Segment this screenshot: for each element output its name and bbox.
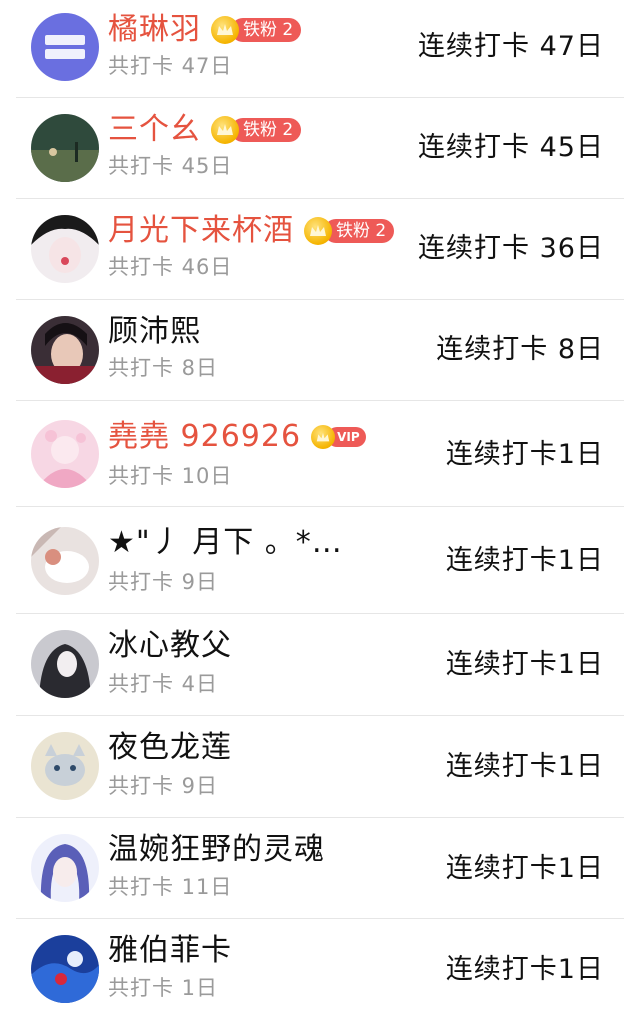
user-name[interactable]: 橘琳羽 [108,12,201,48]
list-item[interactable]: 月光下来杯酒 铁粉 2 共打卡 46日 连续打卡 36日 [0,199,640,300]
list-item[interactable]: 温婉狂野的灵魂 共打卡 11日 连续打卡1日 [0,818,640,919]
streak-days: 连续打卡1日 [445,954,604,985]
crown-icon [304,217,332,245]
list-item[interactable]: 堯堯 926926 VIP 共打卡 10日 连续打卡1日 [0,401,640,507]
total-checkins: 共打卡 47日 [108,54,233,78]
list-item[interactable]: 夜色龙莲 共打卡 9日 连续打卡1日 [0,716,640,818]
user-name[interactable]: 堯堯 926926 [108,419,301,455]
total-checkins: 共打卡 10日 [108,464,233,488]
list-item[interactable]: 顾沛熙 共打卡 8日 连续打卡 8日 [0,300,640,401]
list-item[interactable]: 冰心教父 共打卡 4日 连续打卡1日 [0,614,640,716]
total-checkins: 共打卡 8日 [108,356,219,380]
streak-days: 连续打卡1日 [445,545,604,576]
badge-label: 铁粉 2 [324,219,395,243]
streak-days: 连续打卡1日 [445,853,604,884]
pink-anime-avatar[interactable] [31,420,99,488]
user-name[interactable]: 月光下来杯酒 [108,213,294,249]
user-name[interactable]: 温婉狂野的灵魂 [108,832,325,868]
user-name[interactable]: 雅伯菲卡 [108,933,232,969]
badge-label: 铁粉 2 [231,18,302,42]
list-item[interactable]: 三个幺 铁粉 2 共打卡 45日 连续打卡 45日 [0,98,640,199]
list-item[interactable]: 橘琳羽 铁粉 2 共打卡 47日 连续打卡 47日 [0,0,640,98]
user-name[interactable]: ★"丿 月下 。*… [108,525,343,561]
streak-days: 连续打卡 36日 [418,233,604,264]
blue-anime-avatar[interactable] [31,935,99,1003]
cat-avatar[interactable] [31,732,99,800]
fox-avatar[interactable] [31,527,99,595]
total-checkins: 共打卡 46日 [108,255,233,279]
scene-avatar[interactable] [31,114,99,182]
crown-icon [211,116,239,144]
vip-badge: VIP [311,423,366,451]
crown-icon [311,425,336,449]
streak-days: 连续打卡1日 [445,439,604,470]
crown-icon [211,16,239,44]
total-checkins: 共打卡 11日 [108,875,233,899]
user-name[interactable]: 夜色龙莲 [108,730,232,766]
total-checkins: 共打卡 9日 [108,774,219,798]
streak-days: 连续打卡1日 [445,751,604,782]
total-checkins: 共打卡 45日 [108,154,233,178]
list-item[interactable]: ★"丿 月下 。*… 共打卡 9日 连续打卡1日 [0,507,640,614]
user-name[interactable]: 三个幺 [108,112,201,148]
portrait-avatar[interactable] [31,316,99,384]
fan-badge: 铁粉 2 [304,217,395,245]
fan-badge: 铁粉 2 [211,116,302,144]
total-checkins: 共打卡 1日 [108,976,219,1000]
fan-badge: 铁粉 2 [211,16,302,44]
total-checkins: 共打卡 9日 [108,570,219,594]
user-name[interactable]: 冰心教父 [108,628,232,664]
logo-avatar[interactable] [31,13,99,81]
streak-days: 连续打卡1日 [445,649,604,680]
dark-anime-avatar[interactable] [31,630,99,698]
user-name[interactable]: 顾沛熙 [108,314,201,350]
badge-label: 铁粉 2 [231,118,302,142]
blue-hair-avatar[interactable] [31,834,99,902]
list-item[interactable]: 雅伯菲卡 共打卡 1日 连续打卡1日 [0,919,640,1015]
anime-girl-avatar[interactable] [31,215,99,283]
streak-days: 连续打卡 8日 [436,334,604,365]
streak-days: 连续打卡 47日 [418,31,604,62]
total-checkins: 共打卡 4日 [108,672,219,696]
streak-days: 连续打卡 45日 [418,132,604,163]
